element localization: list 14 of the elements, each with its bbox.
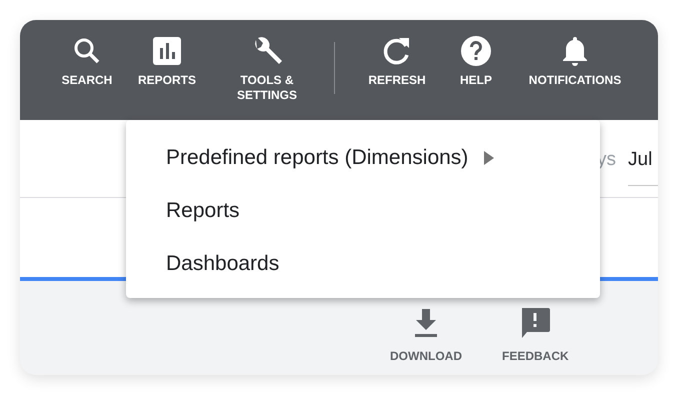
toolbar-button[interactable]: NOTIFICATIONS bbox=[515, 34, 635, 120]
toolbar-button[interactable]: HELP bbox=[437, 34, 515, 120]
toolbar-button[interactable]: FEEDBACK bbox=[502, 305, 569, 365]
toolbar-button[interactable]: REFRESH bbox=[357, 34, 437, 120]
menu-item[interactable]: Dashboards bbox=[126, 237, 600, 290]
menu-item[interactable]: Predefined reports (Dimensions) bbox=[126, 131, 600, 184]
bar-chart-icon bbox=[150, 34, 184, 68]
menu-item[interactable]: Reports bbox=[126, 184, 600, 237]
toolbar-button[interactable]: TOOLS & SETTINGS bbox=[212, 34, 322, 120]
date-field[interactable]: Jul bbox=[628, 146, 658, 186]
toolbar-button[interactable]: DOWNLOAD bbox=[390, 305, 462, 365]
toolbar-button[interactable]: SEARCH bbox=[52, 34, 122, 120]
toolbar-button[interactable]: REPORTS bbox=[122, 34, 212, 120]
help-icon bbox=[459, 34, 493, 68]
